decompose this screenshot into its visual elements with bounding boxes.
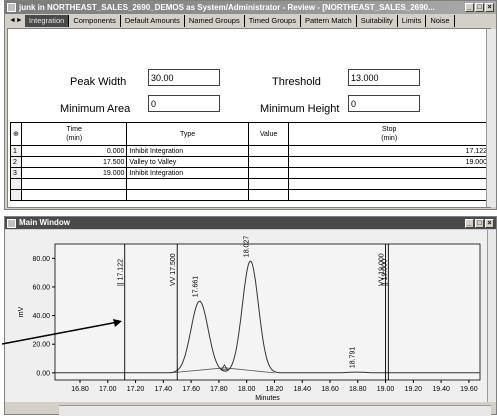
callout-arrow-icon [1,319,122,345]
minimum-height-field[interactable] [348,95,420,112]
minimum-area-label: Minimum Area [60,103,131,115]
cell-value[interactable] [247,167,290,179]
cell-time[interactable]: 19.000 [20,167,128,179]
main-close-button[interactable]: × [485,219,494,228]
app-icon [7,3,16,12]
review-window: junk in NORTHEAST_SALES_2690_DEMOS as Sy… [4,0,497,210]
table-row-empty[interactable] [10,178,490,190]
peak-label: 18.791 [350,347,357,369]
event-marker-label: || 17.122 [118,259,125,286]
cell-time[interactable]: 17.500 [20,156,128,168]
table-row[interactable]: 1 0.000 Inhibit Integration 17.122 [10,145,490,157]
cell-value[interactable] [247,145,290,157]
event-marker-label: VV 17.500 [170,253,177,286]
table-row[interactable]: 3 19.000 Inhibit Integration [10,167,490,179]
tab-named-groups[interactable]: Named Groups [185,15,245,27]
cell-time[interactable]: 0.000 [20,145,128,157]
main-maximize-button[interactable]: □ [475,219,484,228]
cell-type[interactable]: Valley to Valley [126,156,249,168]
x-tick-label: 17.40 [155,386,173,393]
cell-stop[interactable]: 17.122 [288,145,490,157]
x-tick-label: 18.20 [266,386,284,393]
minimize-button[interactable]: _ [465,3,474,12]
table-row-empty[interactable] [10,189,490,201]
x-tick-label: 19.40 [432,386,450,393]
tab-timed-groups[interactable]: Timed Groups [245,15,301,27]
x-tick-label: 18.00 [238,386,256,393]
tab-suitability[interactable]: Suitability [357,15,398,27]
peak-width-field[interactable] [148,69,220,86]
peak-label: 18.027 [243,236,250,258]
threshold-label: Threshold [272,76,321,88]
cell-value[interactable] [247,156,290,168]
tab-integration[interactable]: Integration [24,15,70,27]
cell-type[interactable]: Inhibit Integration [126,167,249,179]
cell-stop[interactable]: 19.000 [288,156,490,168]
x-tick-label: 18.80 [349,386,367,393]
x-tick-label: 17.20 [127,386,145,393]
x-axis-label: Minutes [255,395,280,402]
x-tick-label: 18.40 [293,386,311,393]
window-icon [7,219,16,228]
tab-scroll-arrows-icon[interactable]: ◄► [7,15,25,27]
y-tick-label: 0.00 [36,370,50,377]
peak-width-label: Peak Width [70,76,127,88]
main-minimize-button[interactable]: _ [465,219,474,228]
x-tick-label: 19.60 [460,386,478,393]
x-tick-label: 19.20 [405,386,423,393]
x-tick-label: 16.80 [71,386,89,393]
minimum-height-label: Minimum Height [260,103,340,115]
peak-label: 17.661 [193,276,200,298]
x-tick-label: 18.60 [321,386,339,393]
plot-horizontal-scrollbar[interactable] [59,405,491,416]
x-tick-label: 17.80 [210,386,228,393]
tab-strip: ◄► Integration Components Default Amount… [7,15,496,27]
main-window-title-bar: Main Window _ □ × [5,217,496,229]
tab-default-amounts[interactable]: Default Amounts [121,15,185,27]
cell-type[interactable]: Inhibit Integration [126,145,249,157]
review-title: junk in NORTHEAST_SALES_2690_DEMOS as Sy… [19,3,435,12]
y-tick-label: 60.00 [32,284,50,291]
tab-components[interactable]: Components [69,15,121,27]
tab-pattern-match[interactable]: Pattern Match [301,15,357,27]
cell-stop[interactable] [288,167,490,179]
timed-events-table: ⊕ Time (min) Type Value Stop (min) 1 0.0… [10,122,490,201]
x-tick-label: 19.00 [377,386,395,393]
column-header-type[interactable]: Type [126,122,249,146]
threshold-field[interactable] [348,69,420,86]
minimum-area-field[interactable] [148,95,220,112]
column-header-stop[interactable]: Stop (min) [288,122,490,146]
y-tick-label: 80.00 [32,256,50,263]
review-title-bar: junk in NORTHEAST_SALES_2690_DEMOS as Sy… [5,1,496,14]
column-header-value[interactable]: Value [247,122,290,146]
plot-vertical-scrollbar[interactable] [487,230,496,402]
x-tick-label: 17.60 [182,386,200,393]
review-vertical-scrollbar[interactable] [486,29,496,207]
table-corner-icon: ⊕ [10,122,22,146]
main-window-title: Main Window [19,218,71,227]
close-button[interactable]: × [485,3,494,12]
row-number: 2 [10,156,22,168]
tab-limits[interactable]: Limits [398,15,427,27]
event-marker-label: || 19.000 [381,259,388,286]
row-number: 1 [10,145,22,157]
tab-noise[interactable]: Noise [426,15,455,27]
integration-panel: Peak Width Threshold Minimum Area Minimu… [7,28,491,208]
maximize-button[interactable]: □ [475,3,484,12]
row-number: 3 [10,167,22,179]
table-row[interactable]: 2 17.500 Valley to Valley 19.000 [10,156,490,168]
column-header-time[interactable]: Time (min) [20,122,128,146]
x-tick-label: 17.00 [99,386,117,393]
